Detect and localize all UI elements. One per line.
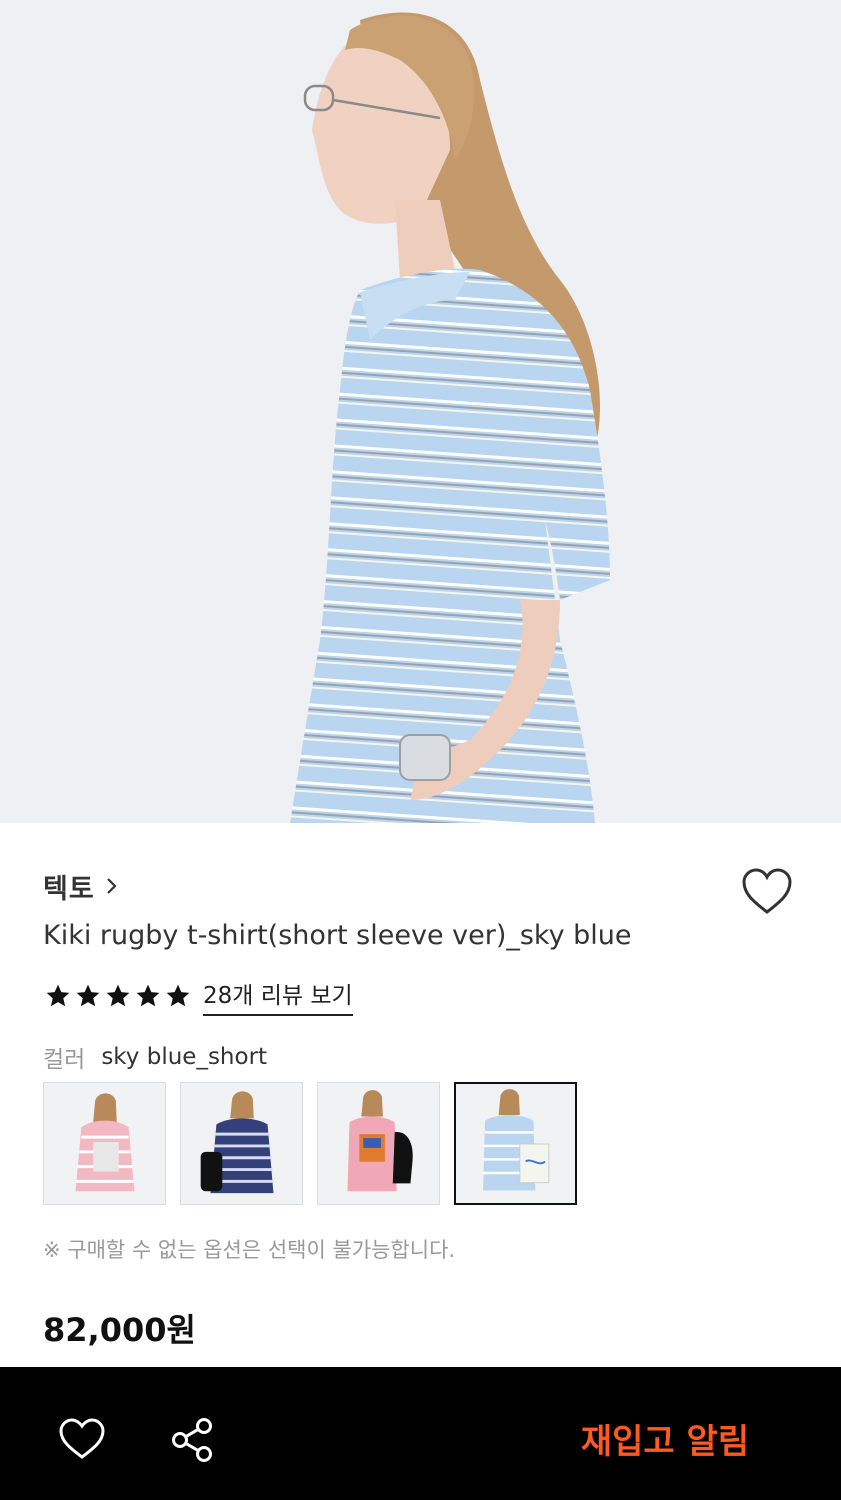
heart-icon [742,868,792,914]
share-icon [172,1418,212,1462]
color-option: 컬러 sky blue_short [43,1040,267,1074]
product-price: 82,000원 [43,1311,196,1349]
option-note: ※ 구매할 수 없는 옵션은 선택이 불가능합니다. [43,1238,456,1262]
brand-name: 텍토 [43,873,95,905]
restock-alert-button[interactable]: 재입고 알림 [560,1407,770,1469]
chevron-right-icon [106,878,117,894]
bottom-wishlist-button[interactable] [58,1417,106,1461]
variant-thumbnails [43,1082,577,1205]
rating-row: 28개 리뷰 보기 [45,976,353,1016]
wishlist-button[interactable] [740,866,794,918]
heart-icon [59,1418,105,1459]
bottom-action-bar: 재입고 알림 [0,1367,841,1500]
star-icon [106,984,130,1007]
star-icon [76,984,100,1007]
star-icon [46,984,70,1007]
color-value: sky blue_short [101,1044,268,1070]
variant-thumbnail-sky-blue-short[interactable] [454,1082,577,1205]
variant-thumbnail-pink-graphic[interactable] [317,1082,440,1205]
product-main-image [0,0,841,823]
star-icon [136,984,160,1007]
star-rating [45,983,191,1009]
review-link[interactable]: 28개 리뷰 보기 [203,976,353,1016]
variant-thumbnail-pink-striped[interactable] [43,1082,166,1205]
product-title: Kiki rugby t-shirt(short sleeve ver)_sky… [43,920,632,951]
color-label: 컬러 [43,1047,86,1073]
variant-thumbnail-navy-striped[interactable] [180,1082,303,1205]
share-button[interactable] [170,1417,214,1463]
star-icon [166,984,190,1007]
brand-link[interactable]: 텍토 [43,866,119,906]
